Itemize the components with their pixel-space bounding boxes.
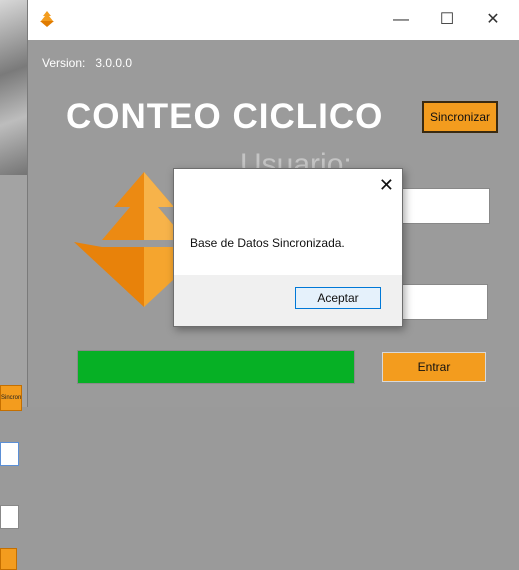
enter-button[interactable]: Entrar <box>382 352 486 382</box>
accept-button[interactable]: Aceptar <box>295 287 381 309</box>
background-window: Sincronizar <box>0 175 29 570</box>
background-password-input[interactable] <box>0 505 19 529</box>
user-input[interactable] <box>388 188 490 224</box>
version-label: Version: <box>42 56 86 70</box>
progress-bar <box>77 350 355 384</box>
maximize-button[interactable]: ☐ <box>424 0 470 40</box>
version-value: 3.0.0.0 <box>95 56 133 70</box>
minimize-button[interactable]: — <box>378 0 424 40</box>
background-enter-button[interactable] <box>0 548 17 570</box>
app-leaf-icon <box>40 11 54 27</box>
password-input[interactable] <box>388 284 488 320</box>
dialog-close-icon[interactable]: ✕ <box>379 175 394 195</box>
background-user-input[interactable] <box>0 442 19 466</box>
version-info: Version: 3.0.0.0 <box>42 56 142 70</box>
message-dialog: ✕ Base de Datos Sincronizada. Aceptar <box>173 168 403 327</box>
title-bar: — ☐ ✕ <box>28 0 519 40</box>
app-title: CONTEO CICLICO <box>66 97 384 136</box>
progress-fill <box>78 351 354 383</box>
background-sync-button[interactable]: Sincronizar <box>0 385 22 411</box>
dialog-footer: Aceptar <box>174 275 402 326</box>
close-button[interactable]: ✕ <box>470 0 516 40</box>
dialog-message: Base de Datos Sincronizada. <box>190 236 345 250</box>
sync-button[interactable]: Sincronizar <box>422 101 498 133</box>
